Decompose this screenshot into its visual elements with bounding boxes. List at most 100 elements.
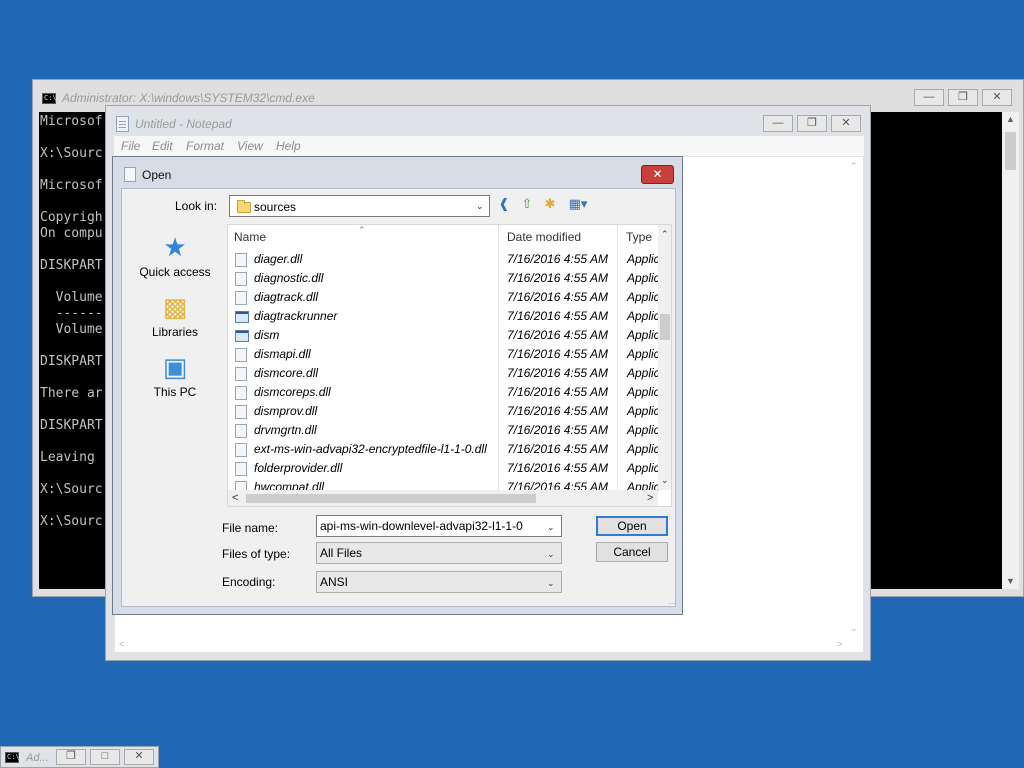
file-name: diagtrack.dll	[254, 290, 319, 304]
scroll-down-icon[interactable]: ▼	[1006, 576, 1015, 586]
close-button[interactable]: ✕	[641, 165, 674, 184]
minimized-window[interactable]: C:\ Ad... ❐ □ ✕	[0, 746, 159, 768]
dialog-title: Open	[142, 168, 172, 182]
file-row[interactable]: dismcore.dll 7/16/2016 4:55 AM Applic	[228, 364, 660, 383]
files-of-type-dropdown[interactable]: All Files ⌄	[316, 542, 562, 564]
file-list[interactable]: Name ⌃ Date modified Type diager.dll 7/16…	[227, 224, 672, 507]
file-icon	[235, 291, 247, 305]
file-date: 7/16/2016 4:55 AM	[507, 309, 608, 323]
file-name-label: File name:	[222, 521, 279, 535]
file-icon	[235, 462, 247, 476]
cancel-button[interactable]: Cancel	[596, 542, 668, 562]
menu-format[interactable]: Format	[186, 139, 224, 153]
scroll-right-icon[interactable]: >	[647, 492, 653, 504]
file-icon	[235, 443, 247, 457]
file-row[interactable]: dismapi.dll 7/16/2016 4:55 AM Applic	[228, 345, 660, 364]
console-line: Microsof	[40, 178, 103, 193]
scroll-thumb[interactable]	[1005, 132, 1016, 170]
file-row[interactable]: diagnostic.dll 7/16/2016 4:55 AM Applic	[228, 269, 660, 288]
libraries-icon: ▩	[162, 292, 188, 322]
file-row[interactable]: drvmgrtn.dll 7/16/2016 4:55 AM Applic	[228, 421, 660, 440]
cmd-title: Administrator: X:\windows\SYSTEM32\cmd.e…	[62, 91, 315, 105]
file-row[interactable]: folderprovider.dll 7/16/2016 4:55 AM Appli…	[228, 459, 660, 478]
resize-grip-icon[interactable]: ⋯	[668, 599, 676, 608]
file-row[interactable]: diagtrack.dll 7/16/2016 4:55 AM Applic	[228, 288, 660, 307]
open-dialog[interactable]: Open ✕ Look in: sources ⌄ ❰ ⇧ ✱ ▦▾ ★ Qui…	[112, 156, 683, 615]
console-line: X:\Sourc	[40, 482, 103, 497]
place-libraries[interactable]: ▩ Libraries	[130, 291, 220, 339]
file-name: dismcore.dll	[254, 366, 319, 380]
places-bar: ★ Quick access ▩ Libraries ▣ This PC	[130, 229, 220, 479]
horizontal-scrollbar[interactable]: < >	[228, 490, 658, 506]
restore-button[interactable]: ❐	[797, 115, 827, 132]
close-button[interactable]: ✕	[124, 749, 154, 765]
file-row[interactable]: diagtrackrunner 7/16/2016 4:55 AM Applic	[228, 307, 660, 326]
cmd-icon: C:\	[5, 752, 20, 763]
file-row[interactable]: dismprov.dll 7/16/2016 4:55 AM Applic	[228, 402, 660, 421]
chevron-down-icon[interactable]: ⌄	[547, 517, 555, 537]
console-line: There ar	[40, 386, 103, 401]
file-name: ext-ms-win-advapi32-encryptedfile-l1-1-0…	[254, 442, 487, 456]
file-row[interactable]: dismcoreps.dll 7/16/2016 4:55 AM Applic	[228, 383, 660, 402]
menu-view[interactable]: View	[237, 139, 263, 153]
minimize-button[interactable]: —	[914, 89, 944, 106]
place-this-pc[interactable]: ▣ This PC	[130, 351, 220, 399]
column-header-date[interactable]: Date modified	[501, 225, 581, 249]
menu-file[interactable]: File	[121, 139, 140, 153]
console-line: Copyrigh	[40, 210, 103, 225]
restore-button[interactable]: ❐	[948, 89, 978, 106]
maximize-button[interactable]: □	[90, 749, 120, 765]
file-row[interactable]: dism 7/16/2016 4:55 AM Applic	[228, 326, 660, 345]
up-folder-icon[interactable]: ⇧	[518, 195, 536, 213]
minimized-title: Ad...	[26, 752, 49, 764]
file-date: 7/16/2016 4:55 AM	[507, 252, 608, 266]
open-button[interactable]: Open	[596, 516, 668, 536]
file-icon	[235, 348, 247, 362]
scroll-down-icon[interactable]: ⌄	[661, 475, 669, 486]
file-name: folderprovider.dll	[254, 461, 343, 475]
file-row[interactable]: ext-ms-win-advapi32-encryptedfile-l1-1-0…	[228, 440, 660, 459]
look-in-dropdown[interactable]: sources ⌄	[229, 195, 490, 217]
minimize-button[interactable]: —	[763, 115, 793, 132]
scroll-right-icon[interactable]: >	[837, 639, 842, 649]
close-button[interactable]: ✕	[982, 89, 1012, 106]
dialog-icon	[124, 167, 136, 182]
computer-icon: ▣	[162, 352, 188, 382]
scroll-down-icon[interactable]: ⌄	[850, 623, 858, 634]
vertical-scrollbar[interactable]: ▲ ▼	[1002, 112, 1019, 589]
scroll-up-icon[interactable]: ⌃	[661, 229, 669, 240]
file-type: Applic	[627, 423, 660, 437]
chevron-down-icon: ⌄	[547, 549, 555, 559]
file-name-input[interactable]: api-ms-win-downlevel-advapi32-l1-1-0 ⌄	[316, 515, 562, 537]
files-of-type-value: All Files	[320, 546, 363, 560]
menu-edit[interactable]: Edit	[152, 139, 173, 153]
scroll-up-icon[interactable]: ⌃	[850, 161, 858, 172]
scroll-up-icon[interactable]: ▲	[1006, 114, 1015, 124]
place-label: Quick access	[139, 265, 211, 279]
console-line: DISKPART	[40, 418, 103, 433]
application-icon	[235, 311, 249, 323]
file-row[interactable]: diager.dll 7/16/2016 4:55 AM Applic	[228, 250, 660, 269]
vertical-scrollbar[interactable]: ⌃ ⌄	[658, 225, 671, 490]
notepad-title: Untitled - Notepad	[135, 117, 232, 131]
encoding-dropdown[interactable]: ANSI ⌄	[316, 571, 562, 593]
file-type: Applic	[627, 461, 660, 475]
scroll-thumb[interactable]	[246, 494, 536, 503]
dialog-body: Look in: sources ⌄ ❰ ⇧ ✱ ▦▾ ★ Quick acce…	[121, 188, 676, 608]
view-menu-icon[interactable]: ▦▾	[566, 195, 590, 213]
scroll-left-icon[interactable]: <	[119, 639, 124, 649]
console-line: Volume	[40, 290, 103, 305]
back-icon[interactable]: ❰	[495, 195, 513, 213]
file-name: diager.dll	[254, 252, 303, 266]
column-header-type[interactable]: Type	[620, 225, 652, 249]
star-icon: ★	[163, 232, 187, 262]
new-folder-icon[interactable]: ✱	[541, 195, 559, 213]
scroll-thumb[interactable]	[660, 314, 670, 340]
column-header-name[interactable]: Name	[228, 225, 266, 249]
menu-help[interactable]: Help	[276, 139, 301, 153]
scroll-left-icon[interactable]: <	[232, 492, 238, 504]
file-date: 7/16/2016 4:55 AM	[507, 347, 608, 361]
close-button[interactable]: ✕	[831, 115, 861, 132]
place-quick-access[interactable]: ★ Quick access	[130, 231, 220, 279]
restore-button[interactable]: ❐	[56, 749, 86, 765]
